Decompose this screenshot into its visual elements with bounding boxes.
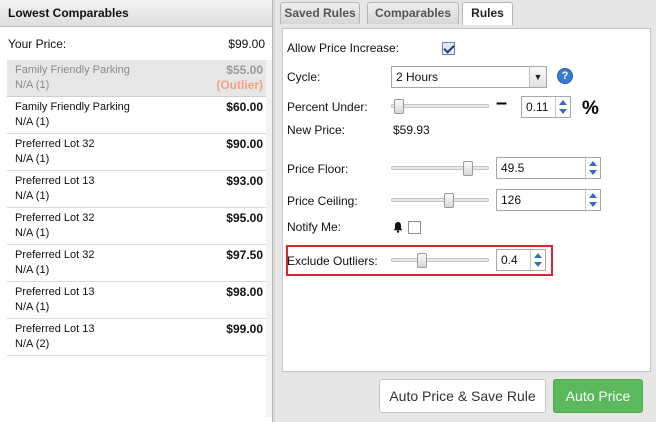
allow-increase-label: Allow Price Increase: [287, 41, 400, 55]
tab-comparables[interactable]: Comparables [367, 2, 459, 24]
comparable-price: $99.00 [226, 322, 263, 336]
exclude-outliers-value[interactable]: 0.4 [501, 250, 518, 270]
comparable-price: $90.00 [226, 137, 263, 151]
spin-down-icon[interactable] [559, 109, 567, 114]
percent-icon[interactable]: % [582, 98, 599, 120]
comparable-row[interactable]: Family Friendly Parking N/A (1) $60.00 [7, 97, 266, 134]
comparable-row[interactable]: Preferred Lot 13 N/A (2) $99.00 [7, 319, 266, 356]
cycle-label: Cycle: [287, 70, 321, 84]
price-floor-input[interactable]: 49.5 [496, 157, 601, 179]
price-floor-label: Price Floor: [287, 162, 349, 176]
spinner-buttons[interactable] [585, 190, 600, 210]
comparable-subtitle: N/A (2) [15, 338, 50, 350]
comparable-row[interactable]: Preferred Lot 32 N/A (1) $95.00 [7, 208, 266, 245]
outlier-flag: (Outlier) [216, 78, 263, 92]
auto-price-save-rule-button[interactable]: Auto Price & Save Rule [379, 379, 546, 413]
comparable-subtitle: N/A (1) [15, 264, 50, 276]
comparable-price: $55.00 [226, 63, 263, 77]
percent-under-input[interactable]: 0.11 [521, 96, 571, 118]
price-floor-value[interactable]: 49.5 [501, 158, 524, 178]
spinner-buttons[interactable] [585, 158, 600, 178]
tab-bar: Saved Rules Comparables Rules [275, 0, 656, 25]
spin-down-icon[interactable] [589, 170, 597, 175]
comparable-price: $95.00 [226, 211, 263, 225]
spin-up-icon[interactable] [559, 100, 567, 105]
your-price-value: $99.00 [228, 36, 265, 51]
tab-rules[interactable]: Rules [462, 2, 513, 25]
price-ceiling-label: Price Ceiling: [287, 194, 358, 208]
cycle-value: 2 Hours [396, 70, 439, 84]
spinner-buttons[interactable] [530, 250, 545, 270]
percent-under-slider[interactable] [391, 99, 489, 114]
comparable-price: $93.00 [226, 174, 263, 188]
notify-label: Notify Me: [287, 220, 342, 234]
lowest-comparables-panel: Lowest Comparables Your Price: $99.00 Fa… [0, 0, 273, 422]
comparables-scrollbar[interactable] [266, 60, 272, 417]
slider-thumb[interactable] [394, 99, 404, 114]
spin-up-icon[interactable] [534, 253, 542, 258]
new-price-label: New Price: [287, 123, 346, 137]
slider-track [391, 166, 489, 170]
comparable-subtitle: N/A (1) [15, 153, 50, 165]
notify-checkbox[interactable] [408, 221, 421, 234]
chevron-down-icon[interactable]: ▼ [529, 67, 546, 87]
percent-under-value[interactable]: 0.11 [526, 97, 548, 117]
percent-under-label: Percent Under: [287, 100, 368, 114]
allow-increase-checkbox[interactable] [442, 42, 455, 55]
rules-section: Saved Rules Comparables Rules Allow Pric… [275, 0, 656, 422]
exclude-outliers-input[interactable]: 0.4 [496, 249, 546, 271]
cycle-select[interactable]: 2 Hours ▼ [391, 66, 547, 88]
slider-thumb[interactable] [444, 193, 454, 208]
spin-up-icon[interactable] [589, 161, 597, 166]
comparable-price: $60.00 [226, 100, 263, 114]
comparables-list[interactable]: Family Friendly Parking N/A (1) $55.00 (Out… [7, 60, 266, 417]
comparable-subtitle: N/A (1) [15, 190, 50, 202]
spin-down-icon[interactable] [589, 202, 597, 207]
slider-track [391, 104, 489, 108]
rules-form: Allow Price Increase: Cycle: 2 Hours ▼ ?… [282, 28, 651, 372]
comparable-price: $97.50 [226, 248, 263, 262]
spin-up-icon[interactable] [589, 193, 597, 198]
price-ceiling-input[interactable]: 126 [496, 189, 601, 211]
your-price-label: Your Price: [8, 36, 67, 51]
comparable-row[interactable]: Preferred Lot 13 N/A (1) $98.00 [7, 282, 266, 319]
comparable-row[interactable]: Family Friendly Parking N/A (1) $55.00 (Out… [7, 60, 266, 97]
comparable-subtitle: N/A (1) [15, 116, 50, 128]
your-price-row: Your Price: $99.00 [0, 27, 272, 60]
comparable-row[interactable]: Preferred Lot 13 N/A (1) $93.00 [7, 171, 266, 208]
new-price-value: $59.93 [393, 123, 430, 137]
exclude-outliers-slider[interactable] [391, 253, 489, 268]
slider-thumb[interactable] [417, 253, 427, 268]
comparable-subtitle: N/A (1) [15, 227, 50, 239]
exclude-outliers-label: Exclude Outliers: [287, 254, 378, 268]
bell-icon [393, 222, 403, 233]
slider-thumb[interactable] [463, 161, 473, 176]
lowest-comparables-title: Lowest Comparables [0, 0, 272, 27]
auto-price-button[interactable]: Auto Price [553, 379, 643, 413]
spinner-buttons[interactable] [555, 97, 570, 117]
minus-icon[interactable]: – [496, 92, 507, 115]
comparable-row[interactable]: Preferred Lot 32 N/A (1) $90.00 [7, 134, 266, 171]
price-ceiling-value[interactable]: 126 [501, 190, 521, 210]
price-floor-slider[interactable] [391, 161, 489, 176]
spin-down-icon[interactable] [534, 262, 542, 267]
comparable-subtitle: N/A (1) [15, 301, 50, 313]
slider-track [391, 258, 489, 262]
comparable-price: $98.00 [226, 285, 263, 299]
tab-saved-rules[interactable]: Saved Rules [280, 2, 360, 24]
slider-track [391, 198, 489, 202]
price-ceiling-slider[interactable] [391, 193, 489, 208]
comparable-row[interactable]: Preferred Lot 32 N/A (1) $97.50 [7, 245, 266, 282]
help-icon[interactable]: ? [557, 68, 573, 84]
